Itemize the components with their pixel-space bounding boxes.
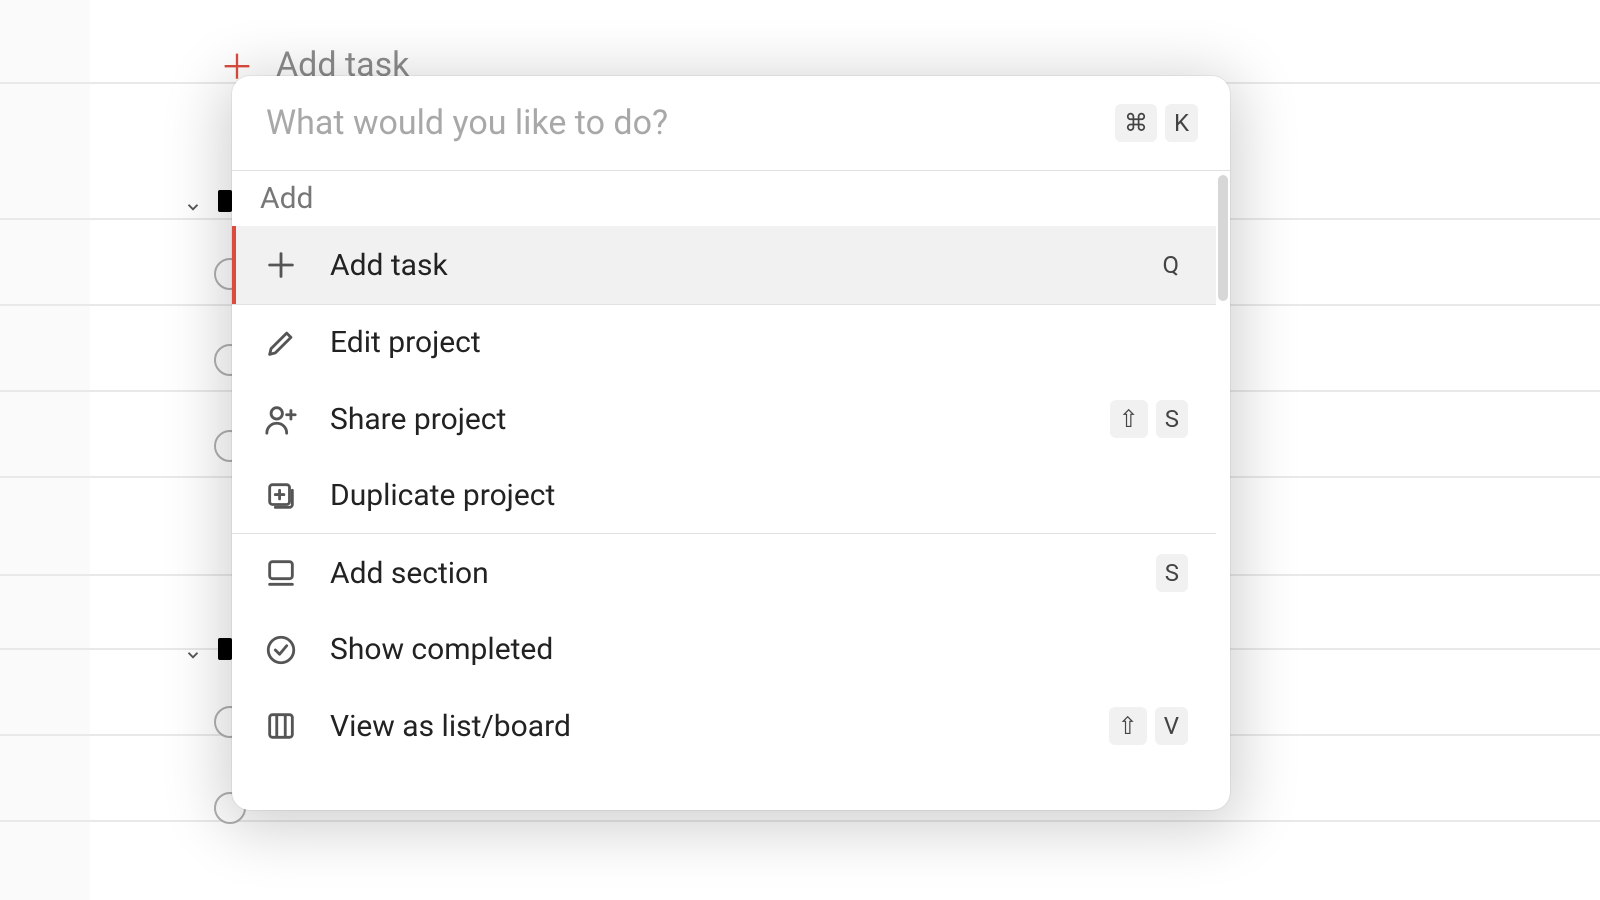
command-palette-input[interactable] <box>264 102 1099 144</box>
command-item[interactable]: Share project ⇧S <box>232 380 1216 458</box>
section-collapse-chevron[interactable] <box>182 196 204 218</box>
command-item[interactable]: Show completed <box>232 612 1216 687</box>
command-item-shortcut: ⇧S <box>1110 400 1188 438</box>
person-plus-icon <box>264 402 298 436</box>
command-item[interactable]: Edit project <box>232 305 1216 380</box>
kbd-key: S <box>1156 554 1188 592</box>
command-section-header: Add <box>232 171 1216 226</box>
plus-icon <box>264 248 298 282</box>
command-item-label: Add section <box>330 556 1124 591</box>
pencil-icon <box>264 326 298 360</box>
section-collapse-chevron[interactable] <box>182 644 204 666</box>
board-icon <box>264 709 298 743</box>
section-icon <box>264 556 298 590</box>
kbd-key: K <box>1165 104 1198 142</box>
command-item[interactable]: Add task Q <box>232 226 1216 304</box>
kbd-key: V <box>1155 707 1188 745</box>
command-item-label: Duplicate project <box>330 478 1188 513</box>
scrollbar-thumb[interactable] <box>1218 175 1228 301</box>
duplicate-icon <box>264 479 298 513</box>
command-palette: ⌘ K Add Add task Q Edit project Share proje… <box>232 76 1230 810</box>
kbd-key: ⌘ <box>1115 104 1157 142</box>
command-item[interactable]: Duplicate project <box>232 458 1216 533</box>
kbd-key: S <box>1156 400 1188 438</box>
command-item-label: Share project <box>330 402 1078 437</box>
left-margin-strip <box>0 0 90 900</box>
command-palette-header: ⌘ K <box>232 76 1230 170</box>
kbd-key: ⇧ <box>1110 400 1148 438</box>
command-item-shortcut: ⇧V <box>1109 707 1188 745</box>
section-title-fragment <box>218 638 232 660</box>
command-item[interactable]: Add section S <box>232 534 1216 612</box>
command-item-label: Edit project <box>330 325 1188 360</box>
command-palette-list: Add Add taskQEdit projectShare project⇧S… <box>232 171 1216 810</box>
command-palette-body: Add Add taskQEdit projectShare project⇧S… <box>232 170 1230 810</box>
command-item-shortcut: Q <box>1153 246 1188 284</box>
kbd-key: ⇧ <box>1109 707 1147 745</box>
command-palette-shortcut: ⌘ K <box>1115 104 1198 142</box>
command-item-label: Show completed <box>330 632 1188 667</box>
command-item[interactable]: View as list/board ⇧V <box>232 687 1216 765</box>
command-item-shortcut: S <box>1156 554 1188 592</box>
scrollbar-track[interactable] <box>1216 171 1230 810</box>
command-item-label: View as list/board <box>330 709 1077 744</box>
kbd-key: Q <box>1153 246 1188 284</box>
section-title-fragment <box>218 190 232 212</box>
command-item-label: Add task <box>330 248 1121 283</box>
check-circle-icon <box>264 633 298 667</box>
